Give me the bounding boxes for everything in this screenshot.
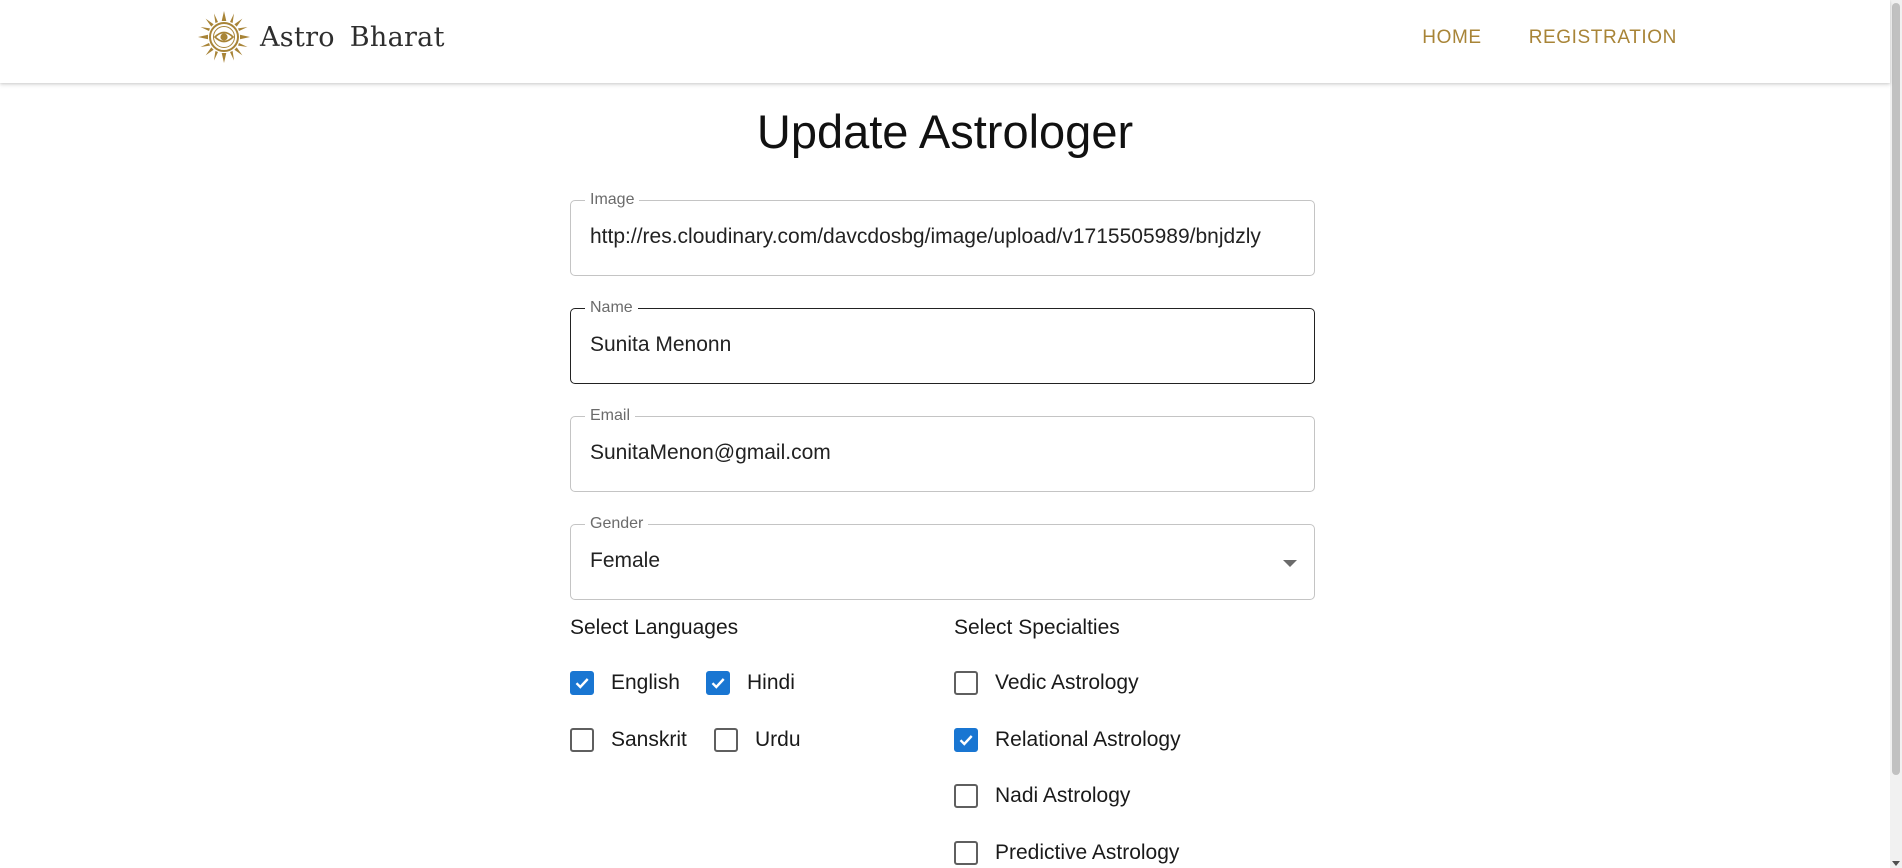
specialty-checkbox-vedic[interactable]: Vedic Astrology <box>954 671 1139 695</box>
language-checkbox-sanskrit[interactable]: Sanskrit <box>570 728 687 752</box>
scrollbar-thumb[interactable] <box>1892 3 1900 775</box>
language-label-hindi: Hindi <box>747 671 795 694</box>
checkbox-box[interactable] <box>954 841 978 865</box>
name-field-label: Name <box>585 299 638 317</box>
gender-value: Female <box>590 549 661 572</box>
top-navbar: Astro Bharat HOME REGISTRATION <box>0 0 1890 83</box>
checkbox-box[interactable] <box>570 671 594 695</box>
checkbox-box[interactable] <box>714 728 738 752</box>
specialties-title: Select Specialties <box>954 616 1120 639</box>
nav-link-home[interactable]: HOME <box>1422 27 1481 49</box>
checkbox-box[interactable] <box>570 728 594 752</box>
checkbox-box[interactable] <box>954 671 978 695</box>
image-field-label: Image <box>585 191 640 209</box>
scroll-down-arrow-icon[interactable] <box>1892 861 1900 866</box>
check-icon <box>575 678 589 689</box>
language-checkbox-english[interactable]: English <box>570 671 680 695</box>
email-value[interactable]: SunitaMenon@gmail.com <box>590 441 1296 465</box>
nav-links: HOME REGISTRATION <box>1422 27 1677 49</box>
name-value[interactable]: Sunita Menonn <box>590 333 1296 357</box>
check-icon <box>711 678 725 689</box>
page-scrollbar[interactable] <box>1890 0 1902 868</box>
brand[interactable]: Astro Bharat <box>197 11 445 63</box>
specialty-checkbox-relational[interactable]: Relational Astrology <box>954 728 1181 752</box>
language-label-sanskrit: Sanskrit <box>611 728 687 751</box>
brand-name: Astro Bharat <box>260 21 445 53</box>
image-url-field[interactable]: Image http://res.cloudinary.com/davcdosb… <box>570 191 1315 276</box>
language-checkbox-hindi[interactable]: Hindi <box>706 671 795 695</box>
language-checkbox-urdu[interactable]: Urdu <box>714 728 801 752</box>
language-label-urdu: Urdu <box>755 728 801 751</box>
email-field[interactable]: Email SunitaMenon@gmail.com <box>570 407 1315 492</box>
chevron-down-icon[interactable] <box>1283 560 1297 567</box>
specialty-label-nadi: Nadi Astrology <box>995 784 1131 807</box>
gender-select[interactable]: Gender Female <box>570 515 1315 600</box>
page-title: Update Astrologer <box>756 105 1134 158</box>
nav-link-registration[interactable]: REGISTRATION <box>1529 27 1677 49</box>
checkbox-box[interactable] <box>954 728 978 752</box>
languages-title: Select Languages <box>570 616 739 639</box>
specialty-checkbox-nadi[interactable]: Nadi Astrology <box>954 784 1130 808</box>
check-icon <box>959 735 973 746</box>
specialty-label-predictive: Predictive Astrology <box>995 841 1180 864</box>
specialty-label-relational: Relational Astrology <box>995 728 1181 751</box>
image-url-value[interactable]: http://res.cloudinary.com/davcdosbg/imag… <box>590 225 1296 249</box>
gender-field-label: Gender <box>585 515 649 533</box>
sun-eye-logo-icon <box>198 11 250 63</box>
specialty-label-vedic: Vedic Astrology <box>995 671 1139 694</box>
checkbox-box[interactable] <box>954 784 978 808</box>
checkbox-box[interactable] <box>706 671 730 695</box>
language-label-english: English <box>611 671 680 694</box>
name-field[interactable]: Name Sunita Menonn <box>570 299 1315 384</box>
email-field-label: Email <box>585 407 636 425</box>
specialty-checkbox-predictive[interactable]: Predictive Astrology <box>954 841 1179 865</box>
